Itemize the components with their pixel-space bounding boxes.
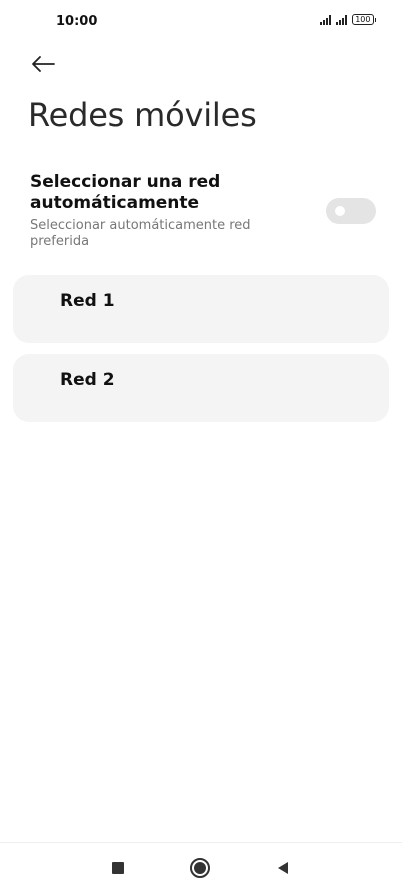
battery-icon: 100 — [352, 14, 376, 25]
arrow-left-icon — [32, 56, 55, 72]
signal-1-icon — [320, 14, 332, 25]
auto-select-title: Seleccionar una red automáticamente — [30, 172, 221, 213]
home-button[interactable] — [188, 856, 212, 880]
battery-level: 100 — [352, 14, 374, 25]
back-button[interactable] — [28, 50, 58, 78]
triangle-left-icon — [278, 862, 288, 874]
status-bar: 10:00 100 — [0, 0, 402, 44]
signal-2-icon — [336, 14, 348, 25]
nav-back-button[interactable] — [271, 856, 295, 880]
network-label-2: Red 2 — [60, 370, 115, 390]
status-icons: 100 — [320, 14, 376, 25]
recents-button[interactable] — [106, 856, 130, 880]
network-label-1: Red 1 — [60, 291, 115, 311]
auto-select-toggle[interactable] — [326, 198, 376, 224]
status-time: 10:00 — [56, 14, 98, 29]
circle-icon — [190, 858, 210, 878]
navigation-bar — [0, 842, 402, 893]
auto-select-subtitle: Seleccionar automáticamente red preferid… — [30, 218, 251, 249]
square-icon — [112, 862, 124, 874]
toggle-knob — [335, 206, 345, 216]
network-card-2[interactable]: Red 2 — [13, 354, 389, 422]
network-card-1[interactable]: Red 1 — [13, 275, 389, 343]
page-title: Redes móviles — [28, 96, 257, 134]
auto-select-row[interactable]: Seleccionar una red automáticamente Sele… — [30, 172, 376, 254]
